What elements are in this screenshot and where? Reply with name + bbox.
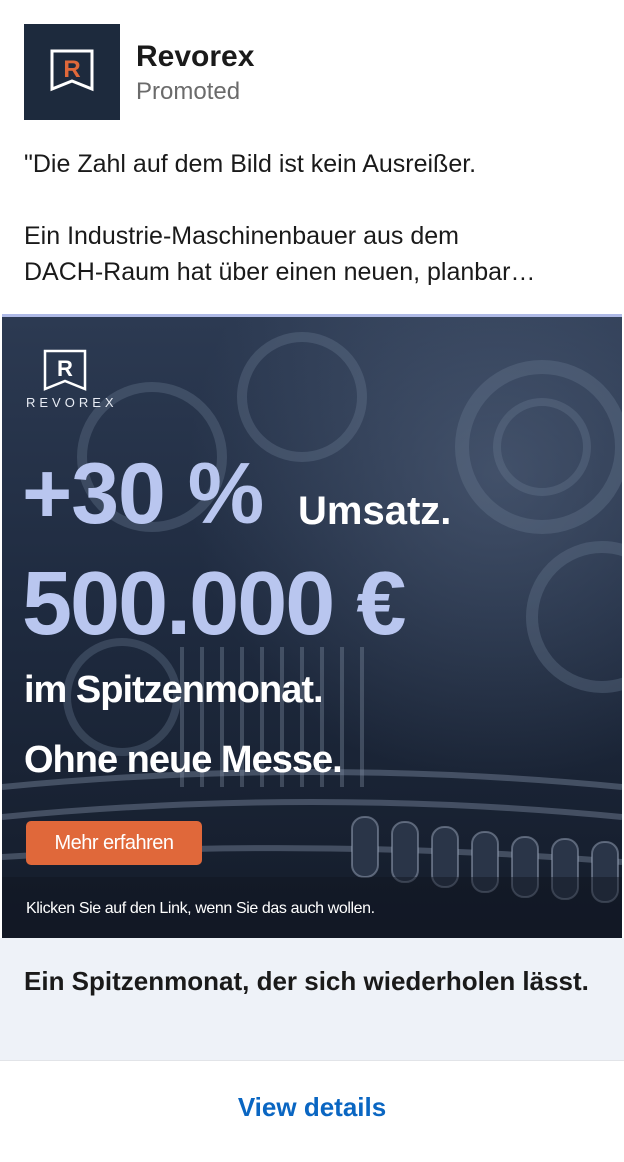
stat-growth: +30 %	[22, 446, 264, 542]
post-header: R Revorex Promoted	[0, 0, 624, 130]
sponsored-post-card: R Revorex Promoted "Die Zahl auf dem Bil…	[0, 0, 624, 1162]
learn-more-button[interactable]: Mehr erfahren	[26, 821, 202, 865]
ad-headline: Ein Spitzenmonat, der sich wiederholen l…	[24, 966, 589, 996]
brand-wordmark: REVOREX	[26, 395, 118, 410]
svg-text:R: R	[57, 356, 73, 381]
post-body-text[interactable]: "Die Zahl auf dem Bild ist kein Ausreiße…	[24, 146, 614, 290]
stat-growth-label: Umsatz.	[298, 489, 452, 533]
post-text-line: "Die Zahl auf dem Bild ist kein Ausreiße…	[24, 150, 477, 178]
ad-creative-image[interactable]: R REVOREX +30 % Umsatz. 500.000 € im Spi…	[2, 314, 622, 941]
divider	[0, 1060, 624, 1061]
promoted-label: Promoted	[136, 78, 241, 105]
ad-headline-section[interactable]: Ein Spitzenmonat, der sich wiederholen l…	[0, 938, 624, 1060]
post-text-line: DACH-Raum hat über einen neuen, planbar…	[24, 258, 536, 286]
stat-revenue: 500.000 €	[22, 554, 406, 654]
creative-line-no-trade-fair: Ohne neue Messe.	[24, 739, 343, 781]
view-details-button[interactable]: View details	[0, 1092, 624, 1123]
svg-text:R: R	[63, 56, 80, 83]
post-text-line: Ein Industrie-Maschinenbauer aus dem	[24, 222, 459, 250]
revorex-logo-icon: R	[43, 349, 87, 391]
creative-line-peak-month: im Spitzenmonat.	[24, 669, 324, 711]
company-name-link[interactable]: Revorex	[136, 40, 254, 74]
creative-disclaimer: Klicken Sie auf den Link, wenn Sie das a…	[26, 900, 375, 917]
revorex-logo-icon: R	[50, 49, 94, 92]
company-logo-avatar[interactable]: R	[24, 24, 120, 120]
